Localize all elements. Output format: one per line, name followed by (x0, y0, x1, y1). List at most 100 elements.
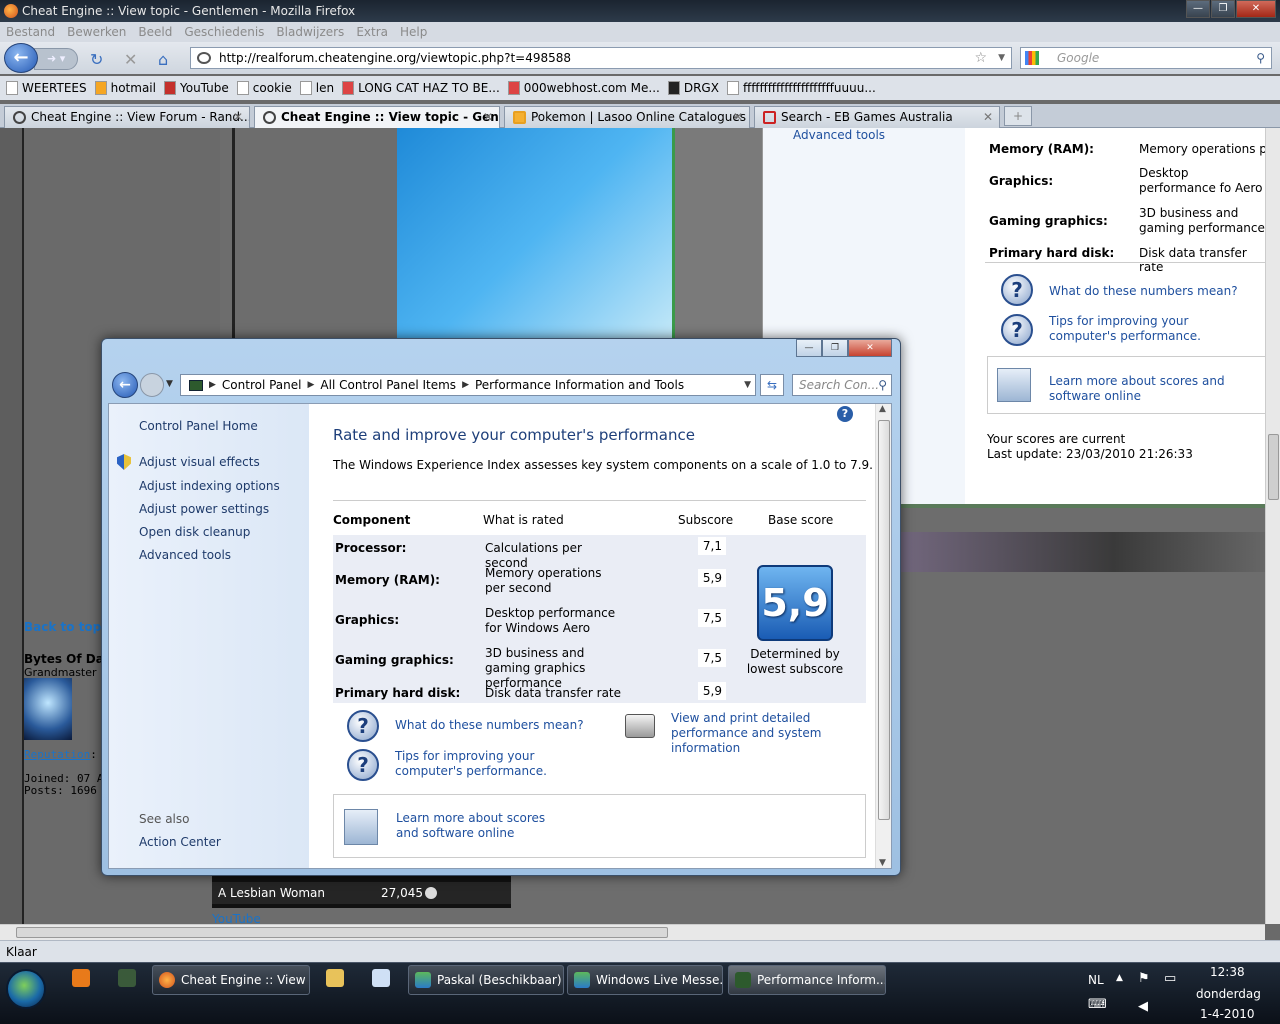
back-to-top-link[interactable]: Back to top (24, 620, 101, 634)
clock-date[interactable]: 1-4-2010 (1200, 1007, 1254, 1021)
cheat-engine-app-icon[interactable] (118, 969, 136, 987)
cp-forward-button[interactable] (140, 373, 164, 397)
menu-extra[interactable]: Extra (356, 22, 388, 42)
new-tab-button[interactable]: + (1004, 106, 1032, 126)
bookmark-item[interactable]: len (299, 76, 334, 100)
google-icon[interactable] (1025, 51, 1039, 65)
bookmark-item[interactable]: ffffffffffffffffffffffuuuu... (726, 76, 876, 100)
forward-button[interactable]: ➜ ▾ (34, 48, 78, 70)
breadcrumb-performance[interactable]: Performance Information and Tools (475, 375, 684, 395)
numbers-meaning-link[interactable]: What do these numbers mean? (395, 718, 584, 733)
url-bar[interactable]: http://realforum.cheatengine.org/viewtop… (190, 47, 1012, 69)
bookmark-item[interactable]: DRGX (667, 76, 719, 100)
sidebar-control-panel-home[interactable]: Control Panel Home (139, 419, 258, 433)
clock-day[interactable]: donderdag (1196, 987, 1261, 1001)
tab-close-icon[interactable]: ✕ (233, 107, 243, 127)
cp-refresh-button[interactable]: ⇆ (760, 374, 784, 396)
help-icon: ? (1001, 274, 1033, 306)
sidebar-adjust-indexing[interactable]: Adjust indexing options (139, 479, 280, 493)
address-dropdown-icon[interactable]: ▼ (744, 375, 751, 395)
row-subscore: 5,9 (698, 569, 726, 587)
recent-pages-dropdown[interactable]: ▼ (166, 379, 173, 389)
flag-icon[interactable]: ⚑ (1138, 971, 1150, 986)
sidebar-adjust-power[interactable]: Adjust power settings (139, 502, 269, 516)
media-player-icon[interactable] (72, 969, 90, 987)
page-vertical-scrollbar[interactable] (1265, 128, 1280, 924)
language-indicator[interactable]: NL (1088, 973, 1104, 987)
volume-icon[interactable]: ◀ (1138, 999, 1148, 1014)
tab-pokemon-lasoo[interactable]: Pokemon | Lasoo Online Catalogues ✕ (504, 106, 750, 128)
menu-bewerken[interactable]: Bewerken (67, 22, 126, 42)
url-dropdown-icon[interactable]: ▼ (998, 48, 1005, 68)
cp-back-button[interactable]: ← (112, 372, 138, 398)
stop-icon[interactable]: ✕ (124, 50, 137, 69)
network-icon[interactable]: ▭ (1164, 971, 1176, 986)
menu-beeld[interactable]: Beeld (138, 22, 172, 42)
taskbar-performance[interactable]: Performance Inform... (728, 965, 886, 995)
breadcrumb-all-items[interactable]: All Control Panel Items (320, 375, 456, 395)
show-hidden-icons[interactable]: ▲ (1116, 973, 1123, 983)
bookmark-star-icon[interactable]: ☆ (974, 48, 987, 68)
search-icon[interactable]: ⚲ (1256, 48, 1265, 68)
home-icon[interactable]: ⌂ (158, 50, 168, 69)
back-button[interactable]: ← (4, 43, 38, 73)
taskbar-live-messenger[interactable]: Windows Live Messe... (567, 965, 723, 995)
taskbar-firefox[interactable]: Cheat Engine :: View ... (152, 965, 310, 995)
taskbar-messenger-chat[interactable]: Paskal (Beschikbaar) (408, 965, 564, 995)
tab-close-icon[interactable]: ✕ (983, 107, 993, 127)
cp-navigation: ← ▼ ▶ Control Panel ▶ All Control Panel … (108, 369, 892, 401)
close-button[interactable]: ✕ (1236, 0, 1276, 18)
bookmark-item[interactable]: 000webhost.com Me... (507, 76, 660, 100)
sidebar-action-center[interactable]: Action Center (139, 835, 221, 849)
bg-numbers-link[interactable]: What do these numbers mean? (1049, 284, 1238, 299)
bookmark-item[interactable]: YouTube (163, 76, 229, 100)
advanced-tools-link[interactable]: Advanced tools (793, 128, 885, 142)
maximize-button[interactable]: ❐ (1211, 0, 1235, 18)
menu-geschiedenis[interactable]: Geschiedenis (184, 22, 264, 42)
cp-minimize-button[interactable]: — (796, 339, 822, 357)
clock-time[interactable]: 12:38 (1210, 965, 1245, 979)
print-details-link[interactable]: View and print detailed performance and … (671, 711, 871, 756)
tips-link[interactable]: Tips for improving your computer's perfo… (395, 749, 605, 779)
sidebar-adjust-visual-effects[interactable]: Adjust visual effects (139, 455, 260, 469)
bookmark-item[interactable]: hotmail (94, 76, 156, 100)
breadcrumb-control-panel[interactable]: Control Panel (222, 375, 302, 395)
tab-close-icon[interactable]: ✕ (483, 107, 493, 127)
tab-eb-games[interactable]: Search - EB Games Australia ✕ (754, 106, 1000, 128)
keyboard-icon[interactable]: ⌨ (1088, 997, 1107, 1012)
tab-cheat-engine-topic[interactable]: Cheat Engine :: View topic - Gentl... ✕ (254, 106, 500, 129)
folder-icon[interactable] (326, 969, 344, 987)
learn-more-link[interactable]: Learn more about scores and software onl… (396, 811, 566, 841)
search-bar[interactable]: Google ⚲ (1020, 47, 1272, 69)
menu-bladwijzers[interactable]: Bladwijzers (276, 22, 344, 42)
cp-address-bar[interactable]: ▶ Control Panel ▶ All Control Panel Item… (180, 374, 756, 396)
cp-search-box[interactable]: Search Con... ⚲ (792, 374, 892, 396)
cp-maximize-button[interactable]: ❐ (822, 339, 848, 357)
help-icon: ? (1001, 314, 1033, 346)
search-icon[interactable]: ⚲ (878, 375, 887, 395)
bookmark-item[interactable]: WEERTEES (6, 76, 87, 100)
username[interactable]: Bytes Of Da (24, 652, 104, 666)
bookmark-item[interactable]: LONG CAT HAZ TO BE... (342, 76, 500, 100)
bg-tips-link[interactable]: Tips for improving your computer's perfo… (1049, 314, 1259, 344)
cp-close-button[interactable]: ✕ (848, 339, 892, 357)
minimize-button[interactable]: — (1186, 0, 1210, 18)
menu-bestand[interactable]: Bestand (6, 22, 55, 42)
sidebar-advanced-tools[interactable]: Advanced tools (139, 548, 231, 562)
page-horizontal-scrollbar[interactable] (0, 924, 1265, 940)
start-button[interactable] (6, 969, 46, 1009)
help-icon[interactable]: ? (837, 406, 853, 422)
bg-learn-link[interactable]: Learn more about scores and software onl… (1049, 374, 1259, 404)
video-embed[interactable]: A Lesbian Woman 27,045 (212, 876, 511, 908)
reputation-link[interactable]: Reputation (24, 748, 90, 761)
tab-close-icon[interactable]: ✕ (733, 107, 743, 127)
sidebar-disk-cleanup[interactable]: Open disk cleanup (139, 525, 250, 539)
youtube-link[interactable]: YouTube (212, 912, 261, 924)
cp-scrollbar[interactable]: ▲ ▼ (875, 404, 891, 868)
notepad-icon[interactable] (372, 969, 390, 987)
menu-help[interactable]: Help (400, 22, 427, 42)
bookmark-item[interactable]: cookie (236, 76, 292, 100)
reload-icon[interactable]: ↻ (90, 50, 103, 69)
tab-cheat-engine-forum[interactable]: Cheat Engine :: View Forum - Rand... ✕ (4, 106, 250, 128)
bg-row-label: Gaming graphics: (989, 214, 1108, 228)
